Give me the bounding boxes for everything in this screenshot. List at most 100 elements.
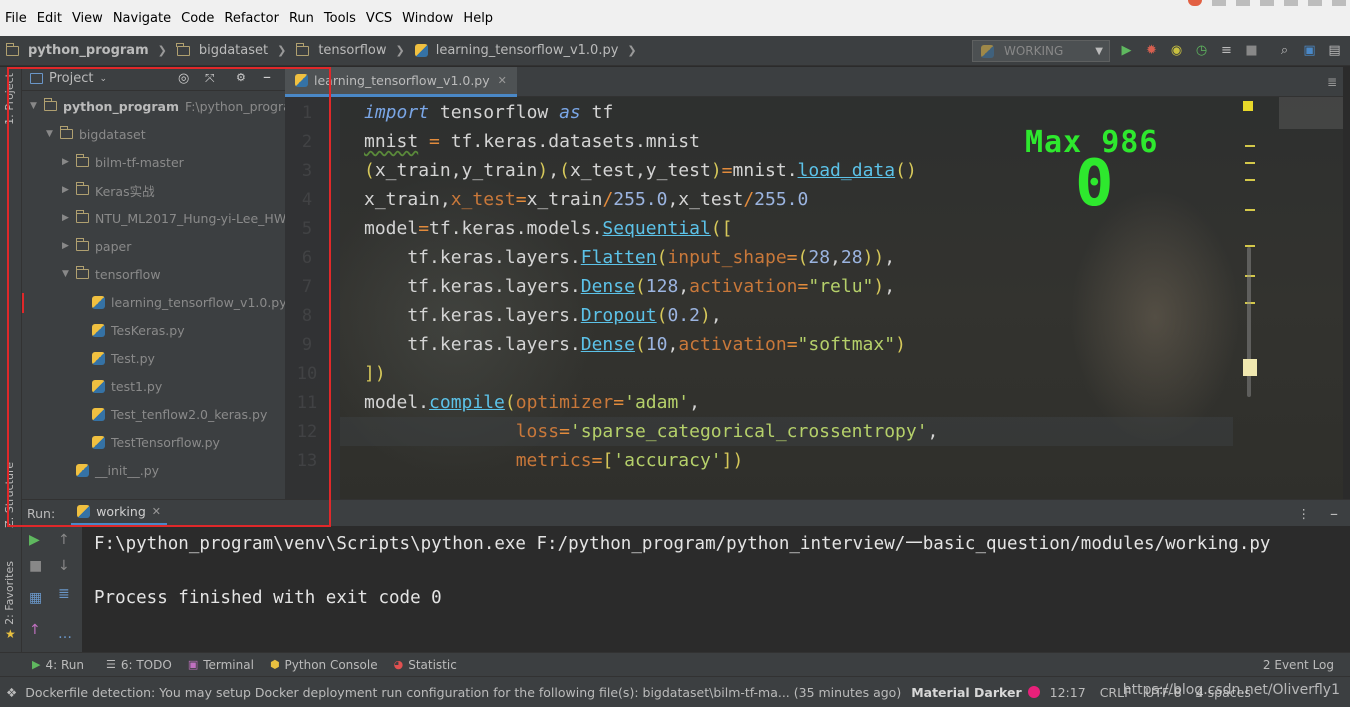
close-icon[interactable]: ✕ xyxy=(498,74,507,87)
collapse-arrow-icon[interactable]: ▶ xyxy=(62,185,70,195)
caret-position[interactable]: 12:17 xyxy=(1050,685,1086,700)
code-line[interactable]: model.compile(optimizer='adam', xyxy=(364,392,700,413)
tool-tab-python-console[interactable]: ⬢ Python Console xyxy=(270,658,378,672)
tree-item-file[interactable]: test1.py xyxy=(92,372,162,400)
menu-view[interactable]: View xyxy=(67,11,108,26)
tool-tab-run[interactable]: ▶ 4: Run xyxy=(32,658,84,672)
tray-icon[interactable] xyxy=(1284,0,1298,6)
code-line[interactable]: x_train,x_test=x_train/255.0,x_test/255.… xyxy=(364,189,808,210)
editor-scrollbar[interactable] xyxy=(1225,97,1343,499)
run-icon[interactable]: ▶ xyxy=(1118,42,1135,59)
soft-wrap-icon[interactable]: ≣ xyxy=(58,586,70,602)
debug-icon[interactable]: ✹ xyxy=(1143,42,1160,59)
tree-item-bigdataset[interactable]: ▼ bigdataset xyxy=(46,120,146,148)
collapse-arrow-icon[interactable]: ▶ xyxy=(62,241,70,251)
code-line[interactable]: (x_train,y_train),(x_test,y_test)=mnist.… xyxy=(364,160,917,181)
expand-arrow-icon[interactable]: ▼ xyxy=(30,101,38,111)
code-line[interactable]: metrics=['accuracy']) xyxy=(364,450,744,471)
stripe-tab-favorites[interactable]: 2: Favorites xyxy=(3,561,16,625)
more-options-icon[interactable]: ⋮ xyxy=(1298,506,1311,521)
close-icon[interactable]: ✕ xyxy=(152,505,161,518)
menu-edit[interactable]: Edit xyxy=(32,11,67,26)
menu-window[interactable]: Window xyxy=(397,11,458,26)
tray-icon[interactable] xyxy=(1212,0,1226,6)
code-line[interactable]: model=tf.keras.models.Sequential([ xyxy=(364,218,732,239)
status-message[interactable]: Dockerfile detection: You may setup Dock… xyxy=(25,685,901,700)
rerun-icon[interactable]: ▶ xyxy=(29,532,40,548)
coverage-icon[interactable]: ◉ xyxy=(1168,42,1185,59)
tray-app-icon[interactable] xyxy=(1188,0,1202,6)
collapse-arrow-icon[interactable]: ▶ xyxy=(62,213,70,223)
tab-menu-icon[interactable]: ≣ xyxy=(1327,75,1337,89)
scroll-down-icon[interactable]: ↓ xyxy=(58,558,70,574)
event-log-button[interactable]: 2 Event Log xyxy=(1263,658,1334,672)
tree-item-file[interactable]: TestTensorflow.py xyxy=(92,428,220,456)
code-line[interactable]: import tensorflow as tf xyxy=(364,102,613,123)
tray-icon[interactable] xyxy=(1236,0,1250,6)
tray-icon[interactable] xyxy=(1332,0,1346,6)
plugin-icon[interactable]: ▤ xyxy=(1326,42,1343,59)
chevron-down-icon[interactable]: ⌄ xyxy=(99,74,107,84)
target-icon[interactable]: ◎ xyxy=(178,71,189,86)
settings-icon[interactable]: ⚙ xyxy=(236,71,246,84)
editor-tab-active[interactable]: learning_tensorflow_v1.0.py ✕ xyxy=(285,67,517,97)
expand-arrow-icon[interactable]: ▼ xyxy=(46,129,54,139)
tree-item-file[interactable]: TesKeras.py xyxy=(92,316,185,344)
collapse-icon[interactable]: ⤧ xyxy=(205,71,215,86)
notification-icon[interactable]: ❖ xyxy=(6,685,17,700)
tree-item-tensorflow[interactable]: ▼ tensorflow xyxy=(62,260,161,288)
breadcrumb-bigdataset[interactable]: bigdataset ❯ xyxy=(176,42,292,58)
tree-item-file[interactable]: __init__.py xyxy=(76,456,159,484)
layout-icon[interactable]: ▦ xyxy=(29,590,42,606)
profile-icon[interactable]: ◷ xyxy=(1193,42,1210,59)
more-icon[interactable]: … xyxy=(58,626,72,642)
tree-item-file[interactable]: learning_tensorflow_v1.0.py xyxy=(92,288,285,316)
stop-icon[interactable]: ■ xyxy=(29,558,42,574)
collapse-arrow-icon[interactable]: ▶ xyxy=(62,157,70,167)
project-view-select[interactable]: Project xyxy=(49,71,93,86)
minimize-icon[interactable]: – xyxy=(263,67,271,86)
menu-tools[interactable]: Tools xyxy=(319,11,361,26)
tree-item-bilm[interactable]: ▶ bilm-tf-master xyxy=(62,148,184,176)
run-configuration-select[interactable]: WORKING ▼ xyxy=(972,40,1110,62)
stripe-tab-project[interactable]: 1: Project xyxy=(3,73,16,125)
menu-code[interactable]: Code xyxy=(176,11,219,26)
tray-icon[interactable] xyxy=(1260,0,1274,6)
scroll-up-icon[interactable]: ↑ xyxy=(58,532,70,548)
theme-name[interactable]: Material Darker xyxy=(911,685,1021,700)
console-output[interactable]: F:\python_program\venv\Scripts\python.ex… xyxy=(82,526,1350,652)
code-line[interactable]: ]) xyxy=(364,363,386,384)
tree-item-python-program[interactable]: ▼ python_program F:\python_program xyxy=(30,92,285,120)
tree-item-ntu[interactable]: ▶ NTU_ML2017_Hung-yi-Lee_HW-m xyxy=(62,204,285,232)
tree-item-file[interactable]: Test.py xyxy=(92,344,155,372)
breadcrumb-file[interactable]: learning_tensorflow_v1.0.py ❯ xyxy=(414,43,643,58)
menu-vcs[interactable]: VCS xyxy=(361,11,397,26)
stripe-tab-structure[interactable]: Z: Structure xyxy=(3,462,16,528)
stop-icon[interactable]: ■ xyxy=(1243,42,1260,59)
code-line[interactable]: tf.keras.layers.Dense(128,activation="re… xyxy=(364,276,895,297)
menu-run[interactable]: Run xyxy=(284,11,319,26)
inspection-status-icon[interactable] xyxy=(1243,101,1253,111)
tool-tab-statistic[interactable]: ◕ Statistic xyxy=(394,658,457,672)
translate-icon[interactable]: ▣ xyxy=(1301,42,1318,59)
breadcrumb-root[interactable]: python_program ❯ xyxy=(5,42,173,58)
code-line[interactable]: loss='sparse_categorical_crossentropy', xyxy=(364,421,939,442)
breadcrumb-tensorflow[interactable]: tensorflow ❯ xyxy=(295,42,410,58)
menu-file[interactable]: File xyxy=(0,11,32,26)
code-line[interactable]: tf.keras.layers.Dense(10,activation="sof… xyxy=(364,334,906,355)
code-editor[interactable]: learning_tensorflow_v1.0.py ✕ ≣ 1 2 3 4 … xyxy=(285,67,1343,499)
pin-icon[interactable]: ↑ xyxy=(29,622,41,638)
tree-item-keras[interactable]: ▶ Keras实战 xyxy=(62,176,155,204)
tree-item-file[interactable]: Test_tenflow2.0_keras.py xyxy=(92,400,267,428)
code-line[interactable]: mnist = tf.keras.datasets.mnist xyxy=(364,131,700,152)
menu-navigate[interactable]: Navigate xyxy=(108,11,176,26)
search-icon[interactable]: ⌕ xyxy=(1276,42,1293,59)
tree-item-paper[interactable]: ▶ paper xyxy=(62,232,131,260)
code-line[interactable]: tf.keras.layers.Dropout(0.2), xyxy=(364,305,721,326)
menu-refactor[interactable]: Refactor xyxy=(219,11,284,26)
minimap[interactable] xyxy=(1279,97,1343,129)
tool-tab-todo[interactable]: ☰ 6: TODO xyxy=(106,658,172,672)
build-icon[interactable]: ≡ xyxy=(1218,42,1235,59)
tray-icon[interactable] xyxy=(1308,0,1322,6)
menu-help[interactable]: Help xyxy=(458,11,498,26)
